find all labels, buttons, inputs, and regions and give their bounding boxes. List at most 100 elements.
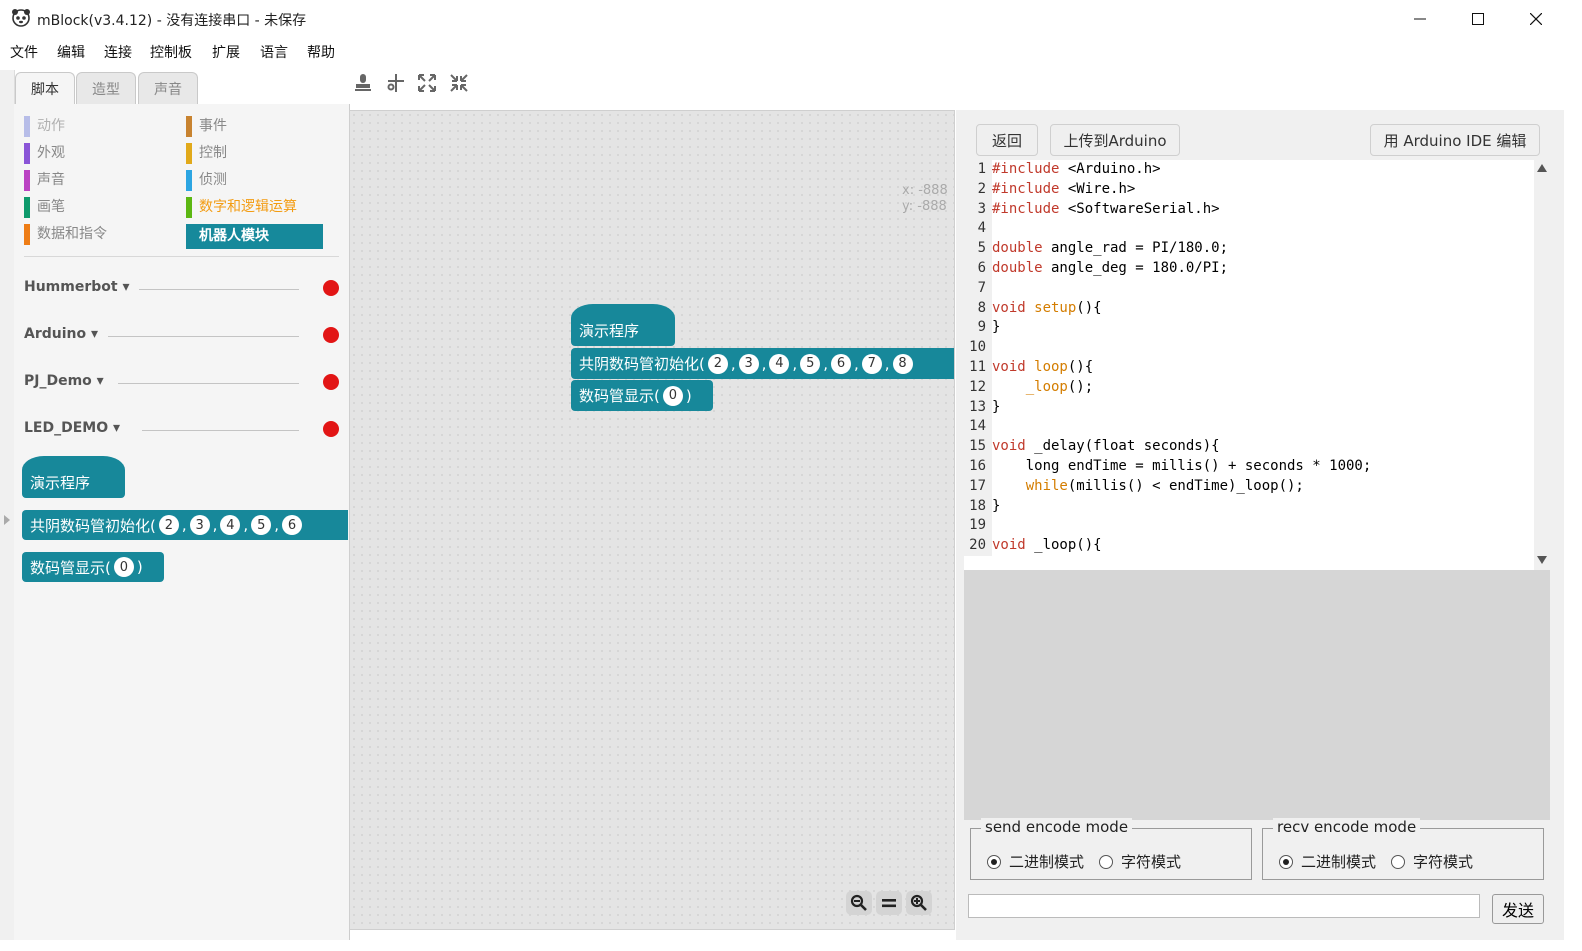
category-motion[interactable]: 动作: [24, 116, 65, 137]
menu-language[interactable]: 语言: [260, 42, 288, 62]
tab-costumes[interactable]: 造型: [76, 72, 136, 104]
block-comma: ,: [243, 516, 249, 534]
category-color-bar: [24, 170, 30, 191]
extension-name: Arduino ▾: [24, 326, 99, 342]
category-events[interactable]: 事件: [186, 116, 227, 137]
code-text: }: [992, 319, 1001, 336]
block-arg-slot[interactable]: 6: [281, 515, 302, 535]
code-function: loop: [1025, 358, 1068, 375]
recv-binary-radio[interactable]: 二进制模式: [1279, 851, 1376, 872]
script-canvas[interactable]: x: -888 y: -888 演示程序 共阴数码管初始化( 2, 3, 4, …: [349, 110, 955, 930]
block-comma: ,: [212, 516, 218, 534]
script-hat-block[interactable]: 演示程序: [571, 304, 675, 346]
block-arg-slot[interactable]: 2: [158, 515, 179, 535]
upload-to-arduino-button[interactable]: 上传到Arduino: [1050, 124, 1180, 156]
scroll-up-icon[interactable]: [1537, 164, 1547, 172]
code-keyword: void: [992, 299, 1026, 316]
back-button[interactable]: 返回: [976, 124, 1038, 156]
menu-file[interactable]: 文件: [10, 42, 38, 62]
category-looks[interactable]: 外观: [24, 143, 65, 164]
code-text: (millis() < endTime)_loop();: [1067, 477, 1304, 494]
menu-connect[interactable]: 连接: [104, 42, 132, 62]
send-button[interactable]: 发送: [1492, 894, 1544, 924]
category-sound[interactable]: 声音: [24, 170, 65, 191]
minimize-button[interactable]: [1391, 0, 1449, 38]
code-editor[interactable]: 1 #include <Arduino.h> 2 #include <Wire.h> 3…: [964, 160, 1534, 570]
script-init-block[interactable]: 共阴数码管初始化( 2, 3, 4, 5, 6, 7, 8: [571, 348, 954, 379]
mblock-logo-icon: [12, 9, 30, 27]
block-arg-slot[interactable]: 5: [800, 353, 821, 374]
menu-board[interactable]: 控制板: [150, 42, 192, 62]
category-label: 外观: [37, 145, 65, 161]
block-arg-slot[interactable]: 8: [892, 353, 913, 374]
code-line: 3 #include <SoftwareSerial.h>: [964, 199, 1534, 220]
zoom-out-button[interactable]: [846, 891, 872, 915]
block-arg-slot[interactable]: 4: [769, 353, 790, 374]
line-number: 17: [964, 476, 992, 497]
recv-char-radio[interactable]: 字符模式: [1391, 851, 1473, 872]
block-arg-slot[interactable]: 6: [830, 353, 851, 374]
close-icon: [1530, 13, 1542, 25]
category-control[interactable]: 控制: [186, 143, 227, 164]
tab-sounds[interactable]: 声音: [138, 72, 198, 104]
extension-line: [108, 336, 299, 337]
stage-collapse-strip[interactable]: [0, 70, 15, 940]
extension-arduino[interactable]: Arduino ▾: [24, 326, 339, 346]
block-comma: ,: [730, 354, 736, 373]
category-sensing[interactable]: 侦测: [186, 170, 227, 191]
script-display-block[interactable]: 数码管显示( 0 ): [571, 380, 713, 411]
category-pen[interactable]: 画笔: [24, 197, 65, 218]
block-arg-slot[interactable]: 7: [861, 353, 882, 374]
code-line: 11 void loop(){: [964, 357, 1534, 378]
zoom-reset-button[interactable]: [876, 891, 902, 915]
radio-label: 字符模式: [1413, 853, 1474, 871]
maximize-button[interactable]: [1449, 0, 1507, 38]
edit-with-arduino-ide-button[interactable]: 用 Arduino IDE 编辑: [1370, 124, 1540, 156]
category-label: 控制: [199, 145, 227, 161]
shrink-icon[interactable]: [449, 73, 469, 93]
block-arg-slot[interactable]: 0: [662, 385, 683, 406]
menu-edit[interactable]: 编辑: [57, 42, 85, 62]
block-arg-slot[interactable]: 0: [113, 557, 134, 577]
send-char-radio[interactable]: 字符模式: [1099, 851, 1181, 872]
code-scrollbar[interactable]: [1534, 160, 1550, 570]
scroll-down-icon[interactable]: [1537, 556, 1547, 564]
block-arg-slot[interactable]: 3: [738, 353, 759, 374]
category-operators[interactable]: 数字和逻辑运算: [186, 197, 297, 218]
code-keyword: #include: [992, 200, 1060, 217]
extension-pj-demo[interactable]: PJ_Demo ▾: [24, 373, 339, 393]
line-number: 6: [964, 258, 992, 279]
code-line: 18}: [964, 496, 1534, 517]
code-function: setup: [1025, 299, 1077, 316]
serial-monitor-output[interactable]: [964, 570, 1550, 820]
block-arg-slot[interactable]: 4: [220, 515, 241, 535]
palette-init-block[interactable]: 共阴数码管初始化( 2, 3, 4, 5, 6: [22, 510, 348, 540]
menu-extensions[interactable]: 扩展: [212, 42, 240, 62]
serial-send-input[interactable]: [968, 894, 1480, 918]
palette-display-block[interactable]: 数码管显示( 0 ): [22, 552, 164, 582]
code-text: long endTime = millis() + seconds * 1000…: [992, 457, 1372, 474]
code-text: (){: [1067, 358, 1094, 375]
tab-scripts[interactable]: 脚本: [15, 72, 75, 105]
block-label: 演示程序: [579, 321, 640, 340]
block-arg-slot[interactable]: 3: [189, 515, 210, 535]
category-robots[interactable]: 机器人模块: [186, 224, 323, 249]
category-color-bar: [186, 197, 192, 218]
stamp-icon[interactable]: [353, 73, 373, 93]
send-binary-radio[interactable]: 二进制模式: [987, 851, 1084, 872]
palette-hat-block[interactable]: 演示程序: [22, 456, 125, 498]
scissors-icon[interactable]: [386, 73, 406, 93]
zoom-in-button[interactable]: [906, 891, 932, 915]
extension-hummerbot[interactable]: Hummerbot ▾: [24, 279, 339, 299]
close-button[interactable]: [1507, 0, 1565, 38]
menu-help[interactable]: 帮助: [307, 42, 335, 62]
grow-icon[interactable]: [417, 73, 437, 93]
block-label: 演示程序: [30, 473, 91, 492]
block-comma: ,: [853, 354, 859, 373]
line-number: 19: [964, 516, 992, 537]
code-text: <Wire.h>: [1059, 180, 1136, 197]
block-arg-slot[interactable]: 5: [251, 515, 272, 535]
category-data[interactable]: 数据和指令: [24, 224, 107, 245]
extension-led-demo[interactable]: LED_DEMO ▾: [24, 420, 339, 440]
block-arg-slot[interactable]: 2: [707, 353, 728, 374]
